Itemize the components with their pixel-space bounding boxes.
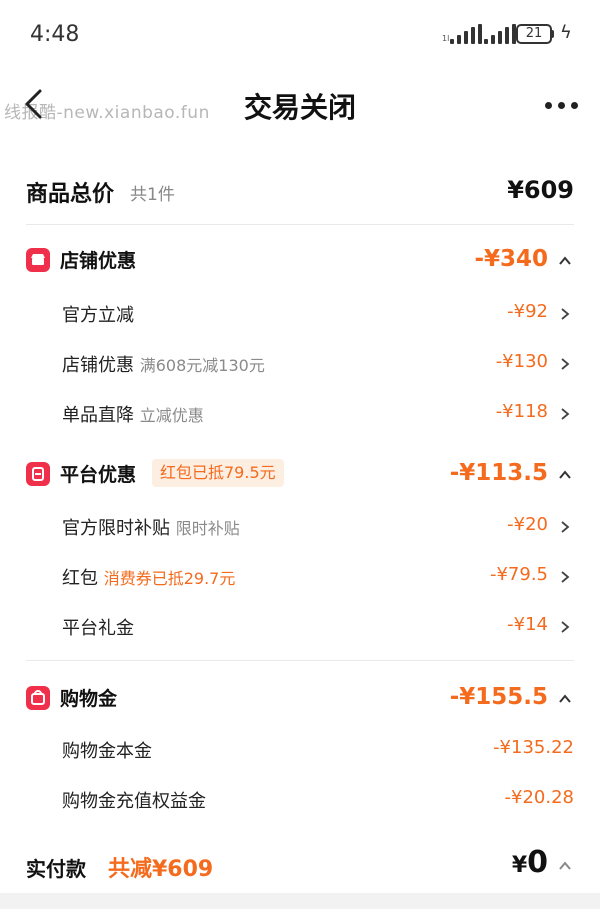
order-price-detail-page: 4:48 1l 21 ϟ 线报酷-new.xianbao.fun 交易关闭 商品… xyxy=(0,0,600,909)
store-icon xyxy=(26,248,50,272)
section-amount: -¥340 xyxy=(474,246,548,272)
item-note: 立减优惠 xyxy=(139,406,204,425)
battery-icon: 21 xyxy=(516,24,552,44)
section-platform-discount[interactable]: 平台优惠 红包已抵79.5元 -¥113.5 xyxy=(0,458,600,490)
chevron-right-icon[interactable] xyxy=(560,570,570,584)
divider xyxy=(26,660,574,661)
chevron-right-icon[interactable] xyxy=(560,407,570,421)
section-label: 平台优惠 xyxy=(60,464,137,486)
item-label: 平台礼金 xyxy=(62,618,134,639)
item-label: 官方限时补贴 限时补贴 xyxy=(62,518,240,539)
item-amount: -¥92 xyxy=(507,301,548,322)
bottom-strip xyxy=(0,893,600,909)
list-item[interactable]: 官方限时补贴 限时补贴 -¥20 xyxy=(0,514,600,542)
more-options-icon[interactable] xyxy=(545,102,578,109)
chevron-up-icon[interactable] xyxy=(558,692,572,706)
section-label: 购物金 xyxy=(60,688,118,710)
item-label: 红包 消费券已抵29.7元 xyxy=(62,568,236,589)
page-title: 交易关闭 xyxy=(243,91,356,124)
battery-tip xyxy=(551,30,554,38)
list-item[interactable]: 官方立减 -¥92 xyxy=(0,301,600,329)
item-amount: -¥14 xyxy=(507,614,548,635)
signal-icon-2 xyxy=(484,24,516,44)
signal-hd-icon: 1l xyxy=(442,34,450,43)
chevron-right-icon[interactable] xyxy=(560,520,570,534)
list-item: 购物金充值权益金 -¥20.28 xyxy=(0,787,600,815)
platform-icon xyxy=(26,462,50,486)
section-store-discount[interactable]: 店铺优惠 -¥340 xyxy=(0,246,600,276)
item-note: 限时补贴 xyxy=(175,519,240,538)
payment-row[interactable]: 实付款 共减¥609 ¥0 xyxy=(0,845,600,889)
item-amount: -¥79.5 xyxy=(489,564,548,585)
charging-icon: ϟ xyxy=(560,22,572,43)
item-label: 店铺优惠 满608元减130元 xyxy=(62,355,265,376)
divider xyxy=(26,224,574,225)
title-bar: 线报酷-new.xianbao.fun 交易关闭 xyxy=(0,70,600,140)
shopping-bag-icon xyxy=(26,686,50,710)
status-time: 4:48 xyxy=(30,22,80,47)
item-amount: -¥118 xyxy=(495,401,548,422)
red-packet-badge: 红包已抵79.5元 xyxy=(152,459,284,487)
payment-saved: 共减¥609 xyxy=(108,857,214,882)
chevron-right-icon[interactable] xyxy=(560,357,570,371)
item-note: 消费券已抵29.7元 xyxy=(103,569,236,588)
list-item[interactable]: 单品直降 立减优惠 -¥118 xyxy=(0,401,600,429)
item-note: 满608元减130元 xyxy=(139,356,265,375)
item-label: 官方立减 xyxy=(62,305,134,326)
item-amount: -¥20 xyxy=(507,514,548,535)
section-amount: -¥113.5 xyxy=(449,460,548,486)
payment-label: 实付款 xyxy=(26,857,86,881)
chevron-up-icon[interactable] xyxy=(558,859,572,873)
section-amount: -¥155.5 xyxy=(449,684,548,710)
status-bar: 4:48 1l 21 ϟ xyxy=(0,0,600,62)
list-item[interactable]: 红包 消费券已抵29.7元 -¥79.5 xyxy=(0,564,600,592)
section-shopping-gold[interactable]: 购物金 -¥155.5 xyxy=(0,682,600,714)
item-label: 购物金本金 xyxy=(62,741,152,762)
item-label: 购物金充值权益金 xyxy=(62,791,206,812)
item-amount: -¥20.28 xyxy=(504,787,574,808)
item-amount: -¥130 xyxy=(495,351,548,372)
signal-icon-1 xyxy=(450,24,482,44)
list-item[interactable]: 平台礼金 -¥14 xyxy=(0,614,600,642)
chevron-right-icon[interactable] xyxy=(560,307,570,321)
chevron-up-icon[interactable] xyxy=(558,254,572,268)
total-row: 商品总价 共1件 ¥609 xyxy=(0,176,600,207)
payment-amount: ¥0 xyxy=(511,845,548,880)
list-item[interactable]: 店铺优惠 满608元减130元 -¥130 xyxy=(0,351,600,379)
total-count: 共1件 xyxy=(130,185,175,205)
total-label: 商品总价 xyxy=(26,182,115,207)
chevron-up-icon[interactable] xyxy=(558,468,572,482)
chevron-right-icon[interactable] xyxy=(560,620,570,634)
item-amount: -¥135.22 xyxy=(493,737,574,758)
total-amount: ¥609 xyxy=(507,176,574,204)
list-item: 购物金本金 -¥135.22 xyxy=(0,737,600,765)
item-label: 单品直降 立减优惠 xyxy=(62,405,204,426)
section-label: 店铺优惠 xyxy=(60,250,137,272)
